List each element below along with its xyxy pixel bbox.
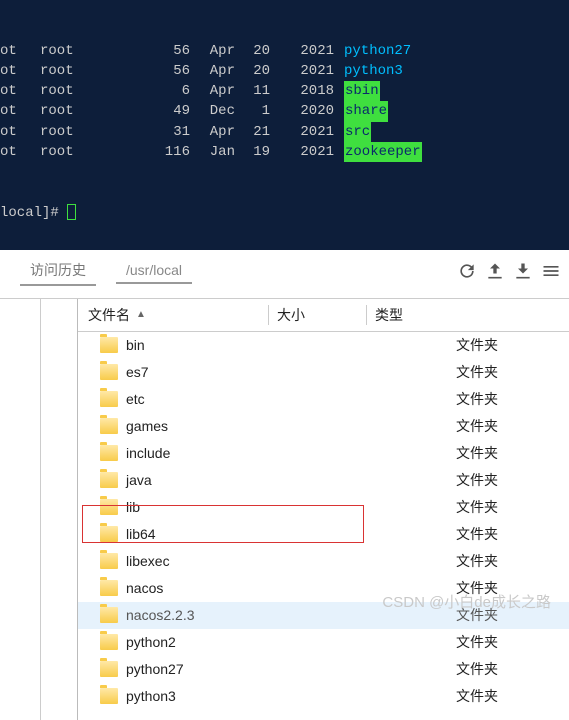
file-table: 文件名▲ 大小 类型 bin文件夹es7文件夹etc文件夹games文件夹inc… [78,299,569,720]
file-type: 文件夹 [456,686,569,706]
file-type: 文件夹 [456,470,569,490]
file-name: games [126,418,358,434]
file-toolbar: 访问历史 /usr/local [0,250,569,299]
file-type: 文件夹 [456,605,569,625]
file-name: python27 [126,661,358,677]
file-type: 文件夹 [456,416,569,436]
file-name: lib [126,499,358,515]
terminal-prompt[interactable]: local]# [0,203,563,223]
folder-icon [100,580,118,596]
file-name: libexec [126,553,358,569]
file-type: 文件夹 [456,497,569,517]
breadcrumb-path[interactable]: /usr/local [116,258,192,284]
file-type: 文件夹 [456,632,569,652]
table-row[interactable]: games 文件夹 [78,413,569,440]
table-row[interactable]: lib64 文件夹 [78,521,569,548]
file-link: sbin [344,81,380,101]
refresh-icon[interactable] [457,261,477,281]
file-link: src [344,122,371,142]
table-row[interactable]: lib 文件夹 [78,494,569,521]
folder-icon [100,418,118,434]
terminal-row: otroot56Apr202021python27 [0,41,563,61]
file-pane: 文件名▲ 大小 类型 bin文件夹es7文件夹etc文件夹games文件夹inc… [0,299,569,720]
folder-icon [100,364,118,380]
table-row[interactable]: nacos 文件夹 [78,575,569,602]
folder-icon [100,607,118,623]
tree-gutter [0,299,78,720]
sort-asc-icon: ▲ [136,309,146,320]
tab-history[interactable]: 访问历史 [20,256,96,286]
header-type[interactable]: 类型 [366,305,569,325]
file-name: python2 [126,634,358,650]
file-name: python3 [126,688,358,704]
file-name: lib64 [126,526,358,542]
terminal-row: otroot56Apr202021python3 [0,61,563,81]
header-size[interactable]: 大小 [268,305,366,325]
folder-icon [100,499,118,515]
table-row[interactable]: etc 文件夹 [78,386,569,413]
download-icon[interactable] [513,261,533,281]
file-type: 文件夹 [456,524,569,544]
file-type: 文件夹 [456,362,569,382]
file-link: zookeeper [344,142,422,162]
folder-icon [100,661,118,677]
table-row[interactable]: es7 文件夹 [78,359,569,386]
terminal-row: otroot31Apr212021src [0,122,563,142]
table-row[interactable]: java 文件夹 [78,467,569,494]
file-type: 文件夹 [456,389,569,409]
terminal-output: otroot56Apr202021python27otroot56Apr2020… [0,0,569,250]
file-name: java [126,472,358,488]
file-name: nacos2.2.3 [126,607,358,623]
folder-icon [100,337,118,353]
file-name: etc [126,391,358,407]
cursor-icon [67,204,76,220]
file-type: 文件夹 [456,551,569,571]
folder-icon [100,472,118,488]
file-link: python27 [344,41,411,61]
file-link: share [344,101,388,121]
folder-icon [100,445,118,461]
table-row[interactable]: python2 文件夹 [78,629,569,656]
table-row[interactable]: python27 文件夹 [78,656,569,683]
file-type: 文件夹 [456,578,569,598]
table-row[interactable]: nacos2.2.3 文件夹 [78,602,569,629]
file-name: es7 [126,364,358,380]
table-row[interactable]: python3 文件夹 [78,683,569,710]
folder-icon [100,553,118,569]
table-row[interactable]: libexec 文件夹 [78,548,569,575]
table-row[interactable]: bin 文件夹 [78,332,569,359]
upload-icon[interactable] [485,261,505,281]
file-name: include [126,445,358,461]
file-name: bin [126,337,358,353]
folder-icon [100,688,118,704]
terminal-row: otroot116Jan192021zookeeper [0,142,563,162]
header-name[interactable]: 文件名▲ [88,305,268,325]
folder-icon [100,391,118,407]
folder-icon [100,526,118,542]
file-type: 文件夹 [456,659,569,679]
file-type: 文件夹 [456,443,569,463]
menu-icon[interactable] [541,261,561,281]
file-type: 文件夹 [456,335,569,355]
terminal-row: otroot49Dec12020share [0,101,563,121]
terminal-row: otroot6Apr112018sbin [0,81,563,101]
folder-icon [100,634,118,650]
table-header: 文件名▲ 大小 类型 [78,299,569,332]
file-link: python3 [344,61,403,81]
file-name: nacos [126,580,358,596]
table-row[interactable]: include 文件夹 [78,440,569,467]
